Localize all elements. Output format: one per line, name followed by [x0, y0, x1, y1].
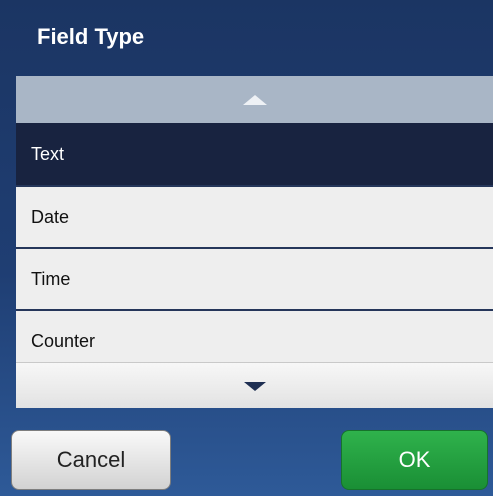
list-item-text[interactable]: Text	[16, 123, 493, 185]
list-item-date[interactable]: Date	[16, 185, 493, 247]
list-item-time[interactable]: Time	[16, 247, 493, 309]
scroll-down-button[interactable]	[16, 362, 493, 408]
ok-button-label: OK	[398, 447, 431, 472]
list-item-label: Counter	[31, 330, 96, 351]
list-item-label: Date	[31, 206, 70, 227]
list-item-label: Time	[31, 268, 71, 289]
triangle-up-icon	[242, 94, 267, 105]
ok-button[interactable]: OK	[341, 430, 488, 490]
cancel-button[interactable]: Cancel	[11, 430, 171, 490]
triangle-down-icon	[243, 381, 266, 391]
field-type-list: Text Date Time Counter	[16, 76, 493, 408]
dialog-title: Field Type	[37, 24, 145, 49]
cancel-button-label: Cancel	[56, 447, 126, 472]
list-item-label: Text	[31, 143, 65, 164]
scroll-up-button[interactable]	[16, 76, 493, 123]
field-type-dialog: Field Type Text Date Time Counter Cancel…	[0, 0, 493, 496]
